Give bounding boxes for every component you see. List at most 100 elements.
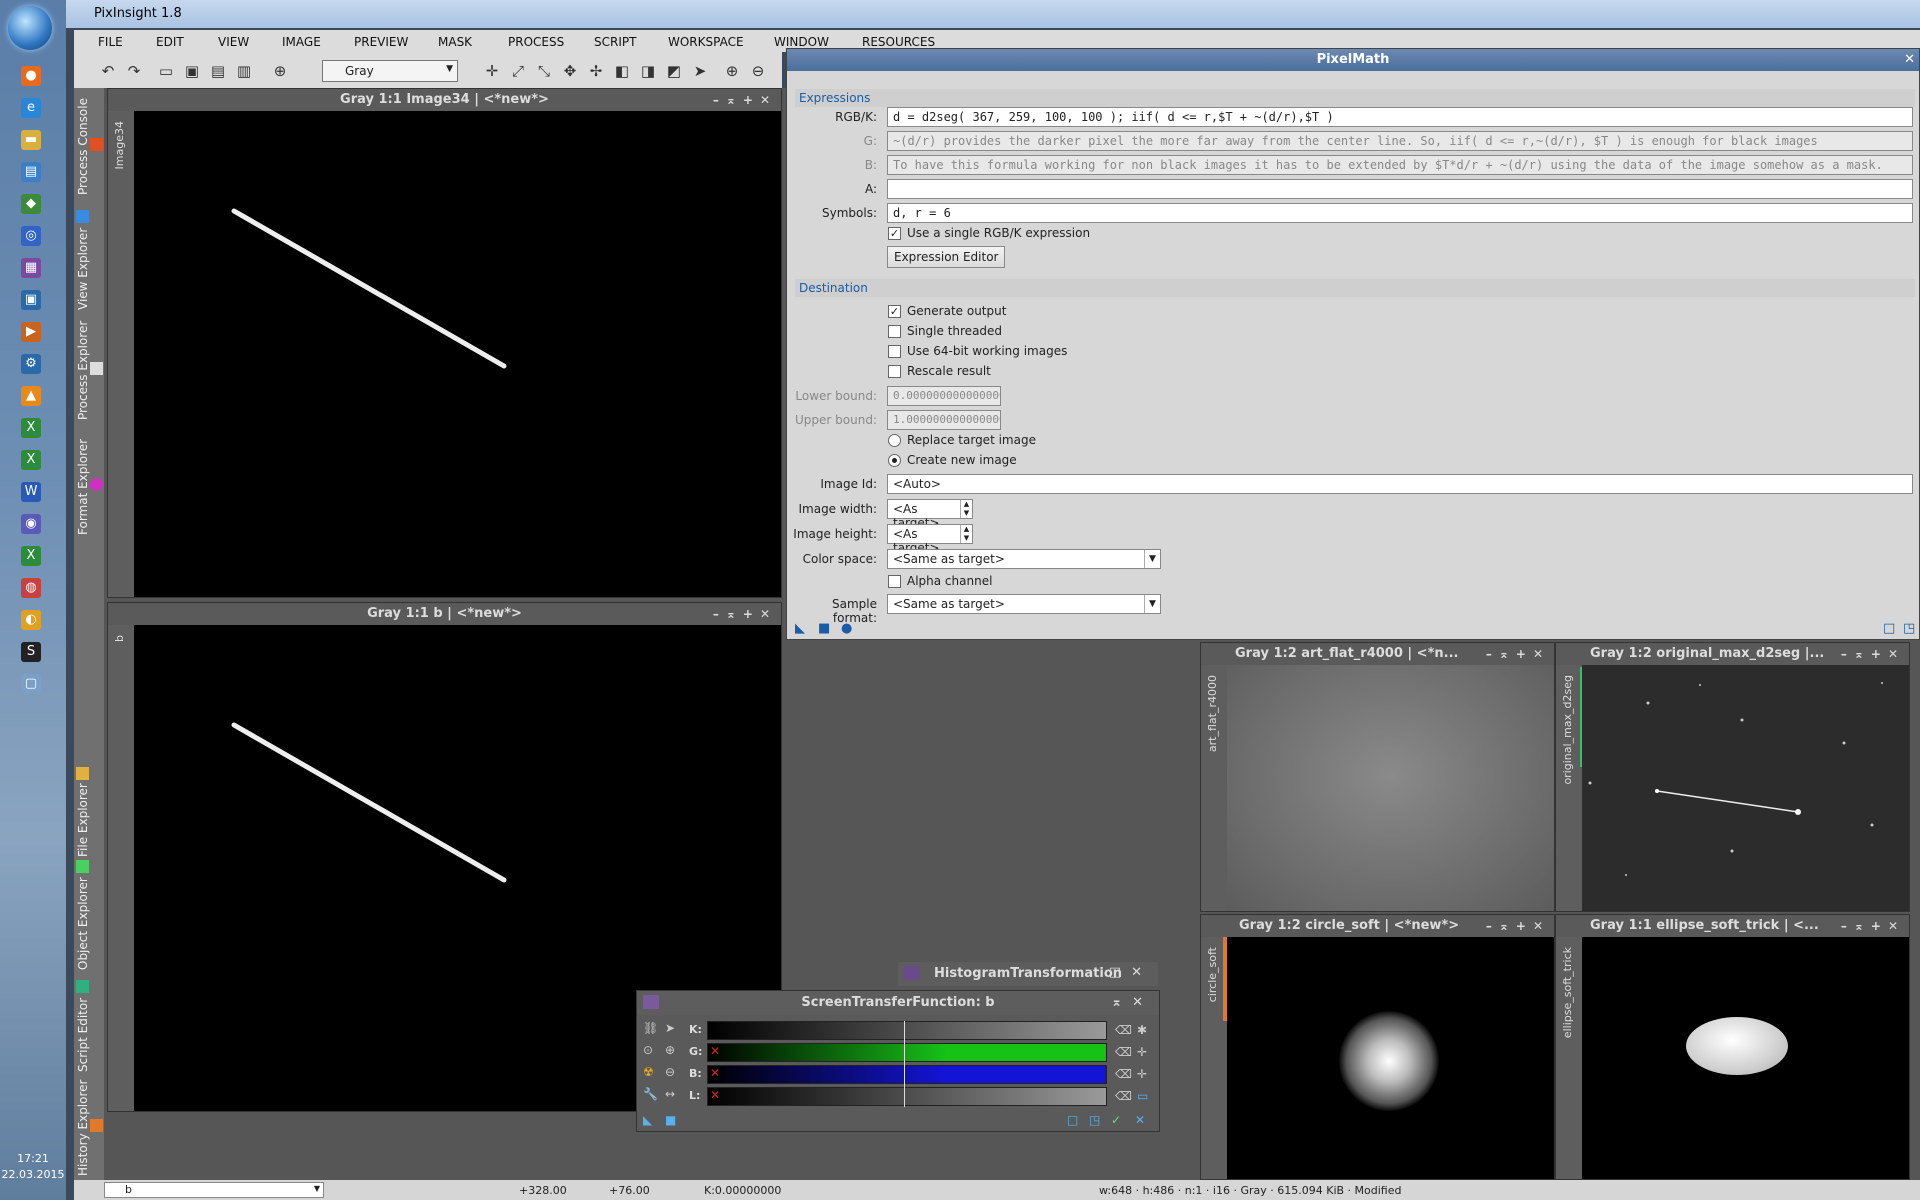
rgbk-expression-field[interactable]: d = d2seg( 367, 259, 100, 100 ); iif( d …: [887, 107, 1913, 127]
preview2-icon[interactable]: ◨: [638, 61, 658, 81]
rescale-label[interactable]: Rescale result: [907, 364, 991, 378]
start-button[interactable]: [8, 6, 52, 50]
stf-slider-k[interactable]: [707, 1021, 1107, 1040]
pixelmath-window[interactable]: PixelMath ✕ Expressions RGB/K: d = d2seg(…: [786, 48, 1920, 640]
pixinsight-icon[interactable]: ◎: [21, 226, 41, 246]
excel2-icon[interactable]: X: [21, 450, 41, 470]
spinner-arrows-icon[interactable]: ▲ ▼: [960, 525, 972, 543]
stf-slider-g[interactable]: ✕: [707, 1043, 1107, 1062]
firefox-icon[interactable]: ●: [21, 66, 41, 86]
replace-target-label[interactable]: Replace target image: [907, 433, 1036, 447]
menu-edit[interactable]: EDIT: [156, 35, 184, 49]
window-title-bar[interactable]: Gray 1:1 b | <*new*> –⌅+✕: [108, 603, 781, 625]
image-window-art-flat[interactable]: Gray 1:2 art_flat_r4000 | <*n... –⌅+✕ art…: [1200, 642, 1555, 912]
pixelmath-title-bar[interactable]: PixelMath ✕: [787, 49, 1919, 71]
create-new-radio[interactable]: [888, 454, 901, 467]
menu-workspace[interactable]: WORKSPACE: [668, 35, 744, 49]
view-id-label[interactable]: ellipse_soft_trick: [1561, 947, 1574, 1038]
zoom-out-icon[interactable]: ⊖: [665, 1065, 675, 1079]
tab-file-explorer[interactable]: File Explorer: [76, 762, 102, 862]
use64-checkbox[interactable]: [888, 345, 901, 358]
alpha-channel-checkbox[interactable]: [888, 575, 901, 588]
sample-format-combo[interactable]: <Same as target> ▼: [887, 594, 1161, 614]
single-expression-label[interactable]: Use a single RGB/K expression: [907, 226, 1090, 240]
toolbar-icon-1[interactable]: ▭: [156, 61, 176, 81]
pointer-icon[interactable]: ➤: [690, 61, 710, 81]
undo-icon[interactable]: ↶: [98, 61, 118, 81]
gear-icon[interactable]: ✱: [1137, 1023, 1147, 1037]
new-instance-icon[interactable]: ◣: [643, 1113, 652, 1127]
taskbar-time[interactable]: 17:21: [0, 1152, 66, 1165]
toolbar-icon-2[interactable]: ▣: [182, 61, 202, 81]
color-space-combo[interactable]: <Same as target> ▼: [887, 549, 1161, 569]
window-controls[interactable]: –⌅+✕: [1841, 915, 1905, 937]
menu-image[interactable]: IMAGE: [282, 35, 321, 49]
image-canvas[interactable]: [1582, 665, 1909, 911]
toolbar-icon-4[interactable]: ▥: [234, 61, 254, 81]
image-window-original-max[interactable]: Gray 1:2 original_max_d2seg |... –⌅+✕ ori…: [1555, 642, 1910, 912]
window-title-bar[interactable]: Gray 1:1 ellipse_soft_trick | <... –⌅+✕: [1556, 915, 1909, 937]
tab-view-explorer[interactable]: View Explorer: [76, 210, 102, 310]
menu-view[interactable]: VIEW: [218, 35, 249, 49]
menu-mask[interactable]: MASK: [438, 35, 472, 49]
crosshair-icon[interactable]: ✛: [1137, 1067, 1147, 1081]
histogram-transformation-window[interactable]: HistogramTransformation □✕: [898, 962, 1158, 986]
view-id-label[interactable]: Image34: [113, 121, 126, 169]
image-canvas[interactable]: [1582, 937, 1909, 1179]
new-instance-icon[interactable]: ◣: [795, 621, 805, 636]
a-expression-field[interactable]: [887, 179, 1913, 199]
app8-icon[interactable]: ◐: [21, 610, 41, 630]
toolbar-icon-3[interactable]: ▤: [208, 61, 228, 81]
image-width-spinner[interactable]: <As target> ▲ ▼: [887, 499, 973, 530]
zoom-out-icon[interactable]: ⊖: [748, 61, 768, 81]
window-title-bar[interactable]: Gray 1:2 art_flat_r4000 | <*n... –⌅+✕: [1201, 643, 1554, 665]
pan-icon[interactable]: ✢: [586, 61, 606, 81]
expand-icon[interactable]: ↔: [665, 1087, 675, 1101]
tab-script-editor[interactable]: Script Editor: [76, 976, 102, 1076]
ie-icon[interactable]: e: [21, 98, 41, 118]
midtones-marker[interactable]: [904, 1021, 905, 1107]
zoom-in-icon[interactable]: ⊕: [665, 1043, 675, 1057]
preview-icon[interactable]: ◧: [612, 61, 632, 81]
window-controls[interactable]: –⌅+✕: [713, 89, 777, 111]
mask-icon[interactable]: ◩: [664, 61, 684, 81]
screen-transfer-function-window[interactable]: ScreenTransferFunction: b ⌅✕ ⛓ ➤ ⊙ ⊕ ☢ ⊖…: [636, 990, 1160, 1132]
view-id-label[interactable]: original_max_d2seg: [1561, 675, 1574, 785]
colorspace-select[interactable]: Gray ▼: [322, 60, 458, 82]
apply-icon[interactable]: ■: [818, 621, 830, 636]
g-expression-field[interactable]: ~(d/r) provides the darker pixel the mor…: [887, 131, 1913, 151]
image-canvas[interactable]: [1227, 665, 1554, 911]
menu-file[interactable]: FILE: [98, 35, 123, 49]
tab-object-explorer[interactable]: Object Explorer: [76, 860, 102, 970]
pointer-icon[interactable]: ➤: [665, 1021, 675, 1035]
use64-label[interactable]: Use 64-bit working images: [907, 344, 1067, 358]
menu-script[interactable]: SCRIPT: [594, 35, 636, 49]
stf-slider-l[interactable]: ✕: [707, 1087, 1107, 1106]
b-expression-field[interactable]: To have this formula working for non bla…: [887, 155, 1913, 175]
close-icon[interactable]: ✕: [1904, 49, 1915, 71]
word-icon[interactable]: W: [21, 482, 41, 502]
app7-icon[interactable]: ◍: [21, 578, 41, 598]
reset-icon[interactable]: □: [1067, 1113, 1078, 1127]
cancel-icon[interactable]: ✕: [1135, 1113, 1145, 1127]
folder-icon[interactable]: ▬: [21, 130, 41, 150]
wrench-icon[interactable]: 🔧: [643, 1087, 658, 1101]
app6-icon[interactable]: X: [21, 546, 41, 566]
alpha-channel-label[interactable]: Alpha channel: [907, 574, 992, 588]
expression-editor-button[interactable]: Expression Editor: [887, 246, 1006, 268]
vlc-icon[interactable]: ▲: [21, 386, 41, 406]
menu-window[interactable]: WINDOW: [774, 35, 829, 49]
reset-icon[interactable]: ⌫: [1115, 1067, 1132, 1081]
menu-process[interactable]: PROCESS: [508, 35, 564, 49]
move-icon[interactable]: ✥: [560, 61, 580, 81]
symbols-field[interactable]: d, r = 6: [887, 203, 1913, 223]
view-id-label[interactable]: circle_soft: [1206, 947, 1219, 1002]
taskbar-date[interactable]: 22.03.2015: [0, 1168, 66, 1181]
crosshair-icon[interactable]: ✛: [1137, 1045, 1147, 1059]
window-title-bar[interactable]: Gray 1:2 original_max_d2seg |... –⌅+✕: [1556, 643, 1909, 665]
reset-icon[interactable]: ⌫: [1115, 1089, 1132, 1103]
image-height-spinner[interactable]: <As target> ▲ ▼: [887, 524, 973, 555]
preview-toggle-icon[interactable]: ◳: [1903, 621, 1915, 636]
view-id-label[interactable]: b: [113, 635, 126, 642]
window-controls[interactable]: –⌅+✕: [713, 603, 777, 625]
